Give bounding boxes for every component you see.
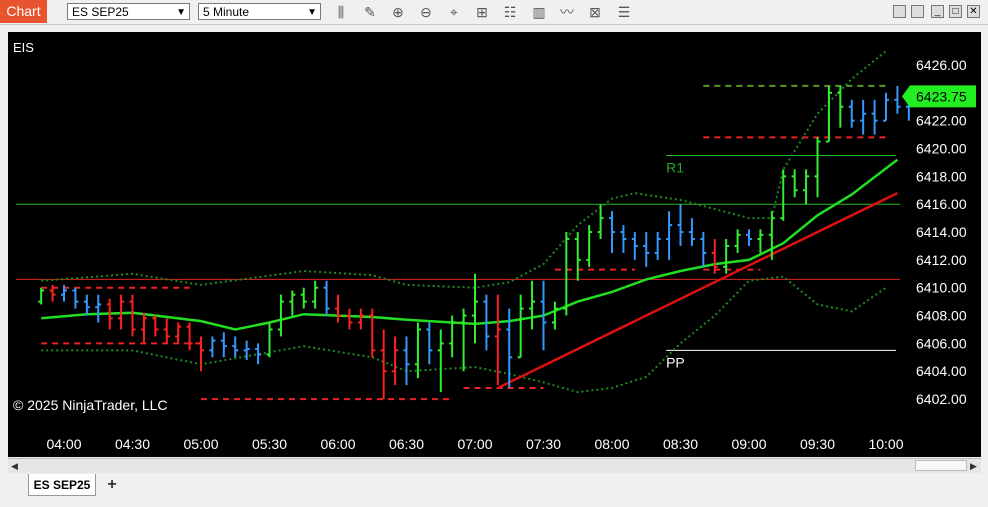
drawing-icon[interactable]: 〰 <box>557 3 577 21</box>
minimize-icon[interactable]: _ <box>931 5 944 18</box>
chevron-down-icon: ▼ <box>307 7 317 18</box>
x-tick-label: 04:00 <box>46 436 81 452</box>
horizontal-scrollbar[interactable]: ◀ ▶ <box>8 458 981 473</box>
scrollbar-thumb[interactable] <box>915 460 967 471</box>
y-tick-label: 6420.00 <box>916 141 967 157</box>
pivot-label: R1 <box>666 159 684 175</box>
x-tick-label: 05:00 <box>183 436 218 452</box>
y-tick-label: 6416.00 <box>916 196 967 212</box>
window-option-button[interactable] <box>911 5 924 18</box>
instrument-select-value: ES SEP25 <box>72 5 129 19</box>
y-tick-label: 6410.00 <box>916 280 967 296</box>
y-tick-label: 6422.00 <box>916 113 967 129</box>
x-tick-label: 06:00 <box>320 436 355 452</box>
x-tick-label: 09:30 <box>800 436 835 452</box>
tab-bar: ES SEP25 + <box>0 473 988 507</box>
x-tick-label: 09:00 <box>731 436 766 452</box>
chart-label: EIS <box>13 40 34 55</box>
chevron-down-icon: ▼ <box>176 7 186 18</box>
bars-type-icon[interactable]: ⫼ <box>331 3 351 21</box>
properties-icon[interactable]: ⊠ <box>585 3 605 21</box>
crosshair-icon[interactable]: ⌖ <box>444 3 464 21</box>
add-tab-button[interactable]: + <box>101 475 123 495</box>
y-tick-label: 6406.00 <box>916 335 967 351</box>
tab-instrument[interactable]: ES SEP25 <box>28 474 96 496</box>
y-tick-label: 6418.00 <box>916 168 967 184</box>
instrument-select[interactable]: ES SEP25 ▼ <box>67 3 190 20</box>
indicators-icon[interactable]: ▥ <box>529 3 549 21</box>
current-price-label: 6423.75 <box>916 88 967 104</box>
interval-select[interactable]: 5 Minute ▼ <box>198 3 321 20</box>
maximize-icon[interactable]: □ <box>949 5 962 18</box>
scroll-left-icon[interactable]: ◀ <box>11 459 18 473</box>
pencil-icon[interactable]: ✎ <box>360 3 380 21</box>
y-tick-label: 6404.00 <box>916 363 967 379</box>
price-chart[interactable]: R1PP 6426.006424.006422.006420.006418.00… <box>8 32 981 457</box>
y-tick-label: 6426.00 <box>916 57 967 73</box>
x-tick-label: 08:00 <box>594 436 629 452</box>
x-tick-label: 08:30 <box>663 436 698 452</box>
zoom-out-icon[interactable]: ⊖ <box>416 3 436 21</box>
copyright-text: © 2025 NinjaTrader, LLC <box>13 397 168 413</box>
zoom-in-icon[interactable]: ⊕ <box>388 3 408 21</box>
chart-panel[interactable]: R1PP 6426.006424.006422.006420.006418.00… <box>8 32 981 457</box>
close-icon[interactable]: ✕ <box>967 5 980 18</box>
y-tick-label: 6414.00 <box>916 224 967 240</box>
x-tick-label: 06:30 <box>389 436 424 452</box>
x-tick-label: 07:30 <box>526 436 561 452</box>
y-tick-label: 6408.00 <box>916 308 967 324</box>
x-tick-label: 10:00 <box>868 436 903 452</box>
data-box-icon[interactable]: ⊞ <box>472 3 492 21</box>
pivot-label: PP <box>666 354 685 370</box>
x-tick-label: 04:30 <box>115 436 150 452</box>
menu-icon[interactable]: ☰ <box>614 3 634 21</box>
y-tick-label: 6412.00 <box>916 252 967 268</box>
scroll-right-icon[interactable]: ▶ <box>970 459 977 473</box>
price-tag: 6423.75 <box>902 85 976 108</box>
chart-window-tab[interactable]: Chart <box>0 0 47 23</box>
interval-select-value: 5 Minute <box>203 5 250 19</box>
window-option-button[interactable] <box>893 5 906 18</box>
x-tick-label: 07:00 <box>457 436 492 452</box>
y-tick-label: 6402.00 <box>916 391 967 407</box>
strategies-icon[interactable]: ☷ <box>500 3 520 21</box>
x-tick-label: 05:30 <box>252 436 287 452</box>
chart-toolbar: Chart ES SEP25 ▼ 5 Minute ▼ ⫼ ✎ ⊕ ⊖ ⌖ ⊞ … <box>0 0 988 25</box>
